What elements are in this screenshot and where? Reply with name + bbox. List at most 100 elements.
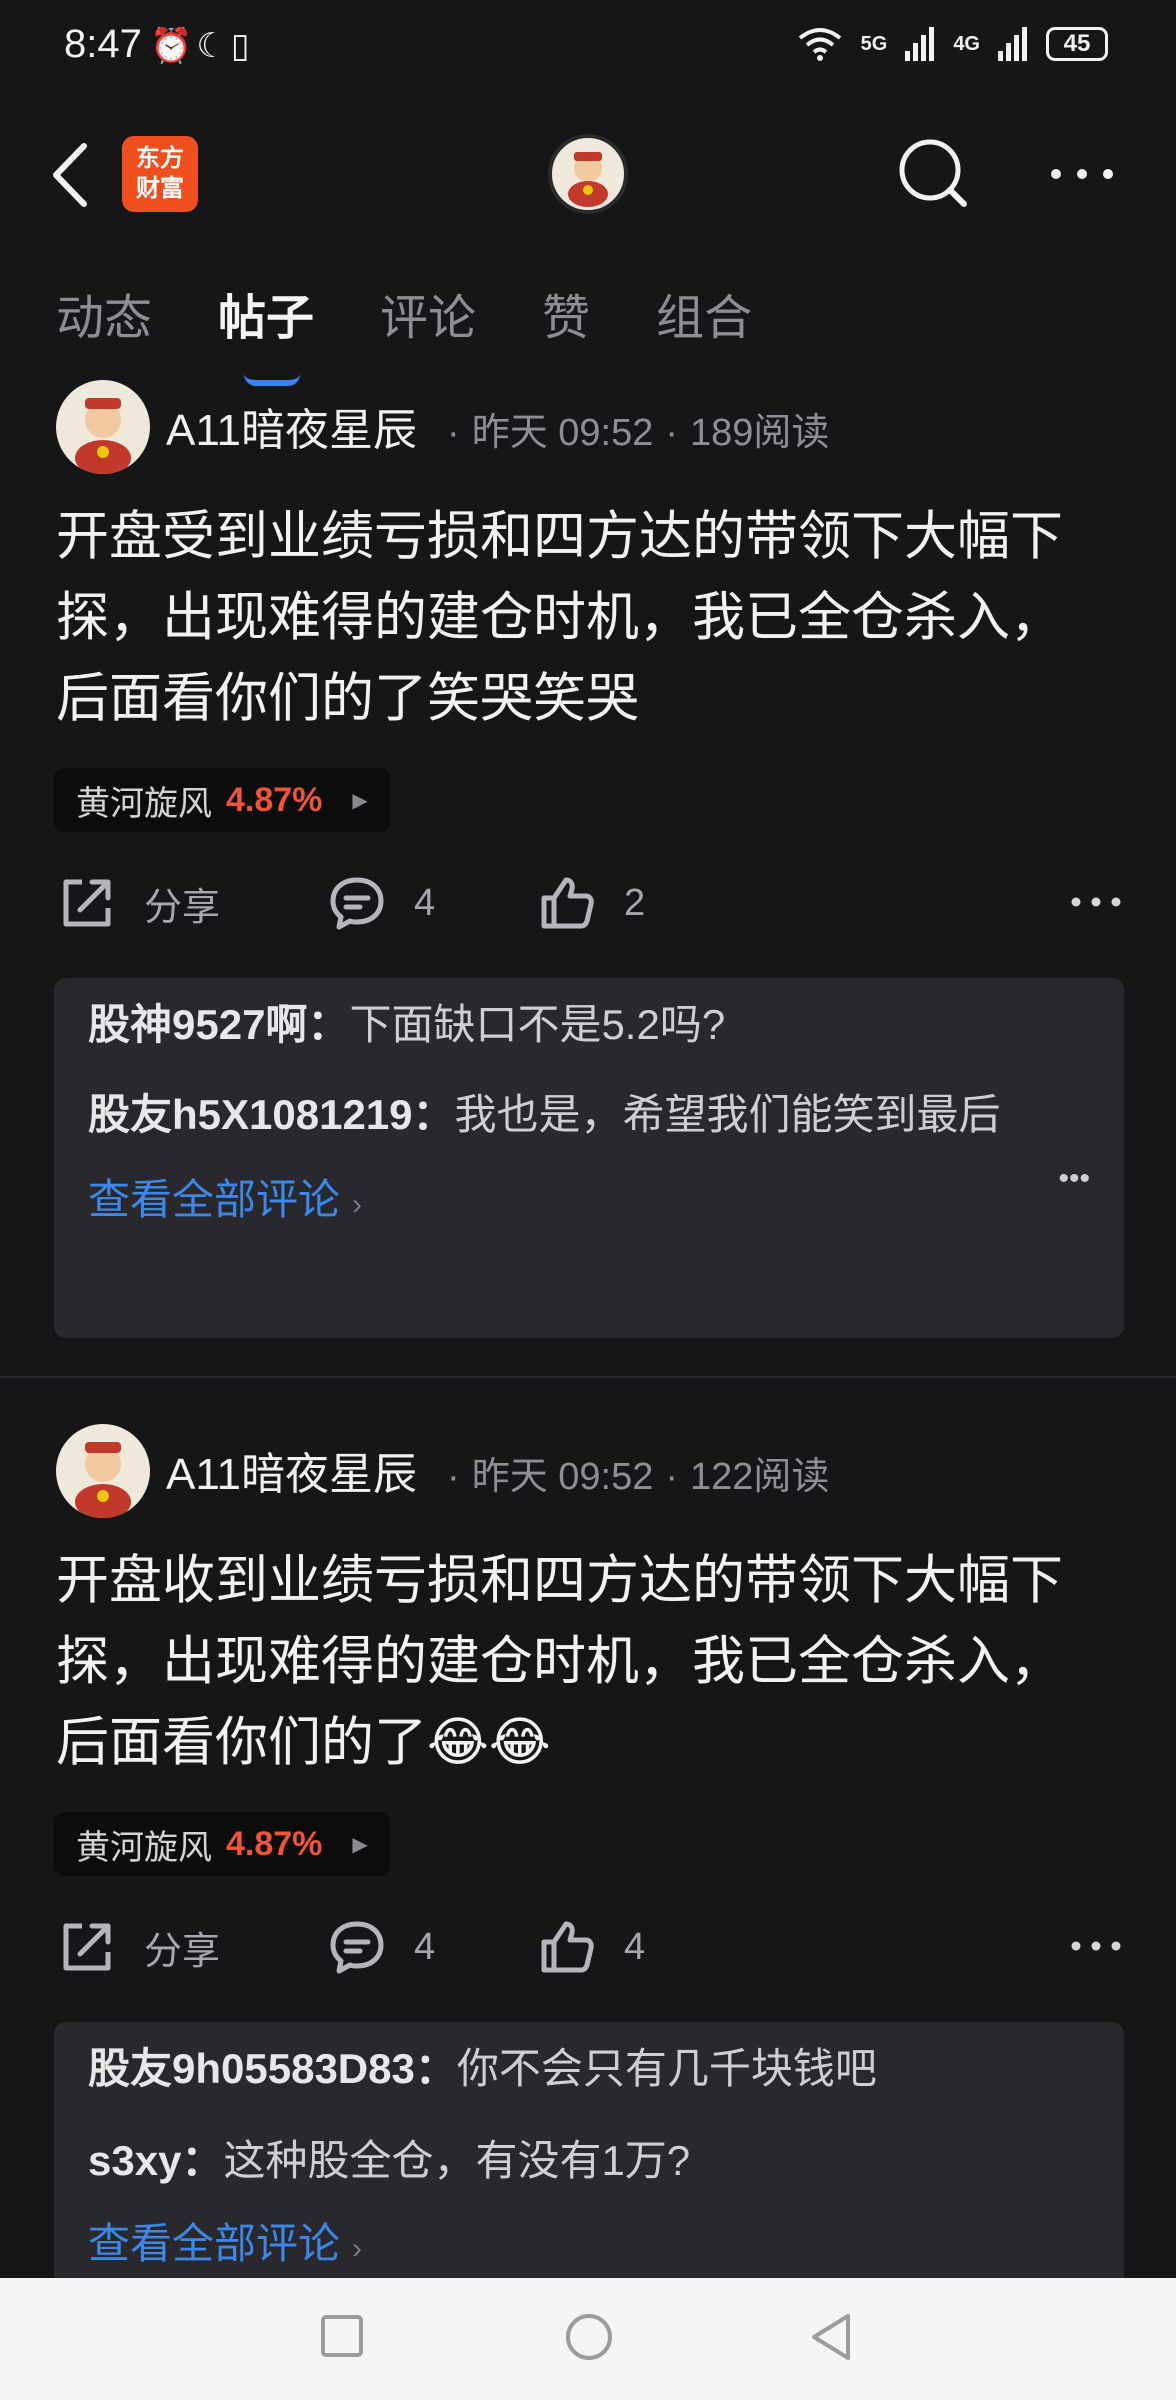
post-time: 昨天 09:52 <box>471 412 654 454</box>
tab-likes[interactable]: 赞 <box>542 278 590 348</box>
view-all-label: 查看全部评论 <box>88 1176 341 1223</box>
status-time: 8:47 <box>64 22 142 66</box>
comment-user[interactable]: 股神9527啊： <box>88 1001 349 1048</box>
app-logo[interactable]: 东方 财富 <box>122 136 198 212</box>
stock-tag[interactable]: 黄河旋风 4.87% ▶ <box>54 1812 390 1876</box>
like-count: 2 <box>624 881 646 924</box>
moon-icon: ☾ <box>196 27 231 65</box>
tab-posts-label: 帖子 <box>218 292 315 345</box>
more-dots-icon <box>1051 169 1113 179</box>
network-5g-label: 5G <box>860 32 888 55</box>
comment-text: 下面缺口不是5.2吗? <box>349 1001 726 1048</box>
home-button[interactable] <box>564 2312 614 2367</box>
view-all-comments[interactable]: 查看全部评论 › <box>88 2210 1090 2271</box>
comment-text: 你不会只有几千块钱吧 <box>456 2045 877 2092</box>
author-line: A11暗夜星辰 · 昨天 09:52 · 122阅读 <box>166 1438 829 1502</box>
thumbs-up-icon <box>541 877 594 929</box>
author-avatar[interactable] <box>56 380 150 474</box>
comment-line: 股友9h05583D83：你不会只有几千块钱吧 <box>88 2036 1090 2102</box>
more-button[interactable] <box>1042 140 1122 200</box>
comment-count: 4 <box>414 1925 436 1968</box>
logo-line2: 财富 <box>136 175 184 202</box>
comment-icon <box>330 1921 384 1974</box>
comment-button[interactable]: 4 <box>328 1918 435 1976</box>
more-dots-icon <box>1071 1941 1121 1951</box>
share-icon <box>63 1923 111 1971</box>
back-button[interactable] <box>40 130 100 220</box>
system-nav-bar <box>0 2278 1176 2400</box>
comment-preview[interactable]: 股神9527啊：下面缺口不是5.2吗? 股友h5X1081219：我也是，希望我… <box>54 978 1124 1338</box>
comment-preview[interactable]: 股友9h05583D83：你不会只有几千块钱吧 s3xy：这种股全仓，有没有1万… <box>54 2022 1124 2322</box>
battery-indicator: 45 <box>1046 27 1108 61</box>
tab-portfolio[interactable]: 组合 <box>656 278 752 348</box>
thumbs-up-icon <box>541 1921 594 1973</box>
comment-user[interactable]: s3xy： <box>88 2137 223 2184</box>
post-meta: · 昨天 09:52 · 122阅读 <box>447 1456 830 1498</box>
stock-name: 黄河旋风 <box>76 1828 212 1867</box>
author-avatar[interactable] <box>56 1424 150 1518</box>
search-button[interactable] <box>894 134 974 214</box>
signal-icon <box>905 27 935 61</box>
alarm-icon: ⏰ <box>150 27 197 65</box>
share-button[interactable]: 分享 <box>58 1918 220 1976</box>
post-meta: · 昨天 09:52 · 189阅读 <box>447 412 830 454</box>
share-label: 分享 <box>144 1930 221 1973</box>
circle-icon <box>566 2314 612 2360</box>
stock-tag[interactable]: 黄河旋风 4.87% ▶ <box>54 768 390 832</box>
author-avatar-image <box>75 398 131 474</box>
comment-line: 股神9527啊：下面缺口不是5.2吗? <box>88 992 1090 1058</box>
post-actions: 分享 4 4 <box>58 1918 1124 1988</box>
status-right: 5G 4G 45 <box>797 26 1108 62</box>
post-card[interactable]: A11暗夜星辰 · 昨天 09:52 · 189阅读 开盘受到业绩亏损和四方达的带领下… <box>0 376 1176 1344</box>
stock-change: 4.87% <box>226 780 323 819</box>
back-nav-button[interactable] <box>808 2312 854 2367</box>
tab-dynamics[interactable]: 动态 <box>56 278 152 348</box>
wifi-icon <box>798 28 841 61</box>
search-icon <box>899 139 967 207</box>
comment-count: 4 <box>414 881 436 924</box>
author-name[interactable]: A11暗夜星辰 <box>166 1438 417 1502</box>
comment-icon <box>330 877 384 930</box>
tab-posts[interactable]: 帖子 <box>218 278 315 386</box>
share-label: 分享 <box>144 886 221 929</box>
post-content[interactable]: 开盘受到业绩亏损和四方达的带领下大幅下探，出现难得的建仓时机，我已全仓杀入，后面… <box>56 496 1096 739</box>
comment-button[interactable]: 4 <box>328 874 435 932</box>
post-card[interactable]: A11暗夜星辰 · 昨天 09:52 · 122阅读 开盘收到业绩亏损和四方达的带领下… <box>0 1420 1176 2322</box>
comment-line: 股友h5X1081219：我也是，希望我们能笑到最后 <box>88 1082 1090 1148</box>
read-count: 189阅读 <box>690 412 830 454</box>
comment-more-icon: ••• <box>1058 1162 1090 1195</box>
comment-user[interactable]: 股友h5X1081219： <box>88 1091 455 1138</box>
share-icon <box>63 879 111 927</box>
logo-line1: 东方 <box>136 145 184 172</box>
profile-avatar[interactable] <box>548 134 628 214</box>
share-button[interactable]: 分享 <box>58 874 220 932</box>
author-line: A11暗夜星辰 · 昨天 09:52 · 189阅读 <box>166 394 829 458</box>
post-more-button[interactable] <box>1068 1936 1124 1961</box>
author-avatar-image <box>75 1442 131 1518</box>
author-name[interactable]: A11暗夜星辰 <box>166 394 417 458</box>
post-divider <box>0 1376 1176 1378</box>
back-arrow-icon <box>53 143 87 207</box>
view-all-label: 查看全部评论 <box>88 2220 341 2267</box>
like-button[interactable]: 2 <box>538 874 645 932</box>
post-more-button[interactable] <box>1068 892 1124 917</box>
post-content[interactable]: 开盘收到业绩亏损和四方达的带领下大幅下探，出现难得的建仓时机，我已全仓杀入，后面… <box>56 1540 1096 1783</box>
stock-change: 4.87% <box>226 1824 323 1863</box>
square-icon <box>321 2315 363 2357</box>
network-4g-label: 4G <box>953 32 980 55</box>
tab-bar: 动态 帖子 评论 赞 组合 <box>56 278 818 386</box>
post-time: 昨天 09:52 <box>471 1456 654 1498</box>
comment-user[interactable]: 股友9h05583D83： <box>88 2045 457 2092</box>
comment-text: 这种股全仓，有没有1万? <box>223 2137 691 2184</box>
recents-button[interactable] <box>320 2314 364 2363</box>
caret-right-icon: ▶ <box>352 789 368 812</box>
like-button[interactable]: 4 <box>538 1918 645 1976</box>
comment-text: 我也是，希望我们能笑到最后 <box>454 1091 1001 1138</box>
stock-name: 黄河旋风 <box>76 784 212 823</box>
caret-right-icon: ▶ <box>352 1833 368 1856</box>
status-icons: ⏰☾▯ <box>150 26 254 66</box>
view-all-comments[interactable]: 查看全部评论 › <box>88 1166 1090 1227</box>
triangle-back-icon <box>812 2314 850 2360</box>
chevron-right-icon: › <box>352 1188 363 1221</box>
tab-comments[interactable]: 评论 <box>380 278 476 348</box>
